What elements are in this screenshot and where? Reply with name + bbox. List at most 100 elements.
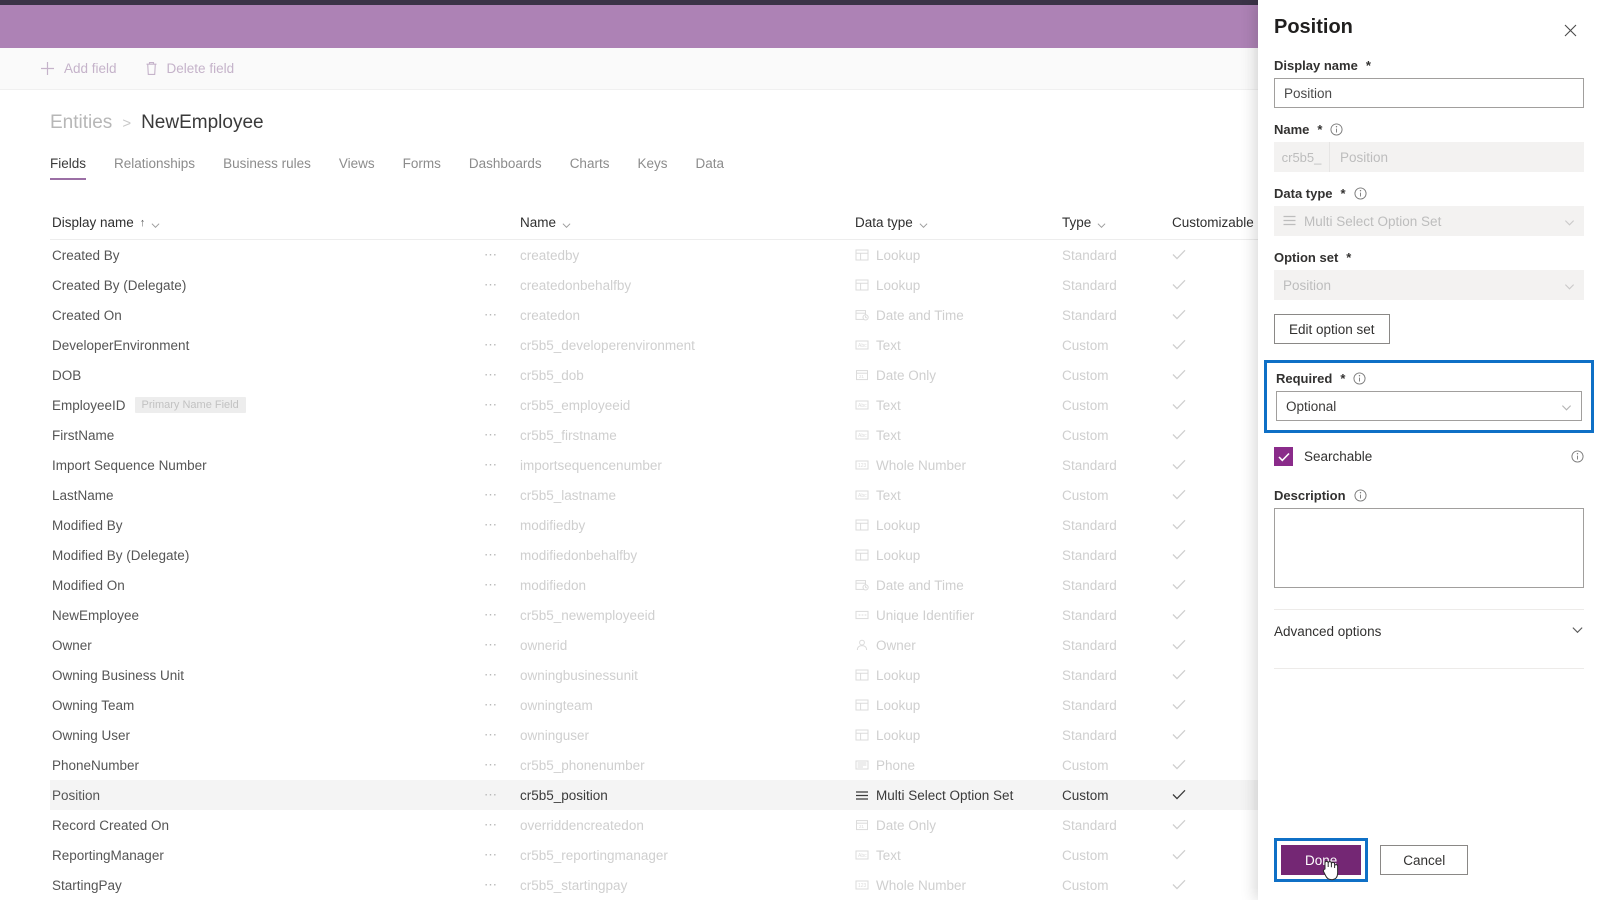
row-overflow-menu-button[interactable]: ⋯ bbox=[484, 877, 520, 893]
table-row[interactable]: NewEmployee ⋯ cr5b5_newemployeeid Unique Id… bbox=[50, 600, 1308, 630]
row-overflow-menu-button[interactable]: ⋯ bbox=[484, 637, 520, 653]
cancel-button[interactable]: Cancel bbox=[1380, 845, 1469, 875]
tab-business-rules[interactable]: Business rules bbox=[223, 156, 311, 180]
cell-display-name: PhoneNumber bbox=[50, 758, 484, 773]
data-type-text: Date Only bbox=[876, 817, 937, 833]
row-overflow-menu-button[interactable]: ⋯ bbox=[484, 757, 520, 773]
tab-forms[interactable]: Forms bbox=[403, 156, 441, 180]
table-row[interactable]: Owner ⋯ ownerid Owner Standard bbox=[50, 630, 1308, 660]
cell-display-name: DeveloperEnvironment bbox=[50, 338, 484, 353]
row-overflow-menu-button[interactable]: ⋯ bbox=[484, 847, 520, 863]
column-header-display-name[interactable]: Display name ↑ bbox=[50, 215, 484, 230]
description-textarea[interactable] bbox=[1274, 508, 1584, 588]
table-row[interactable]: DOB ⋯ cr5b5_dob 21 Date Only Custom bbox=[50, 360, 1308, 390]
cell-data-type: 21 Date Only bbox=[855, 368, 1062, 383]
delete-field-button[interactable]: Delete field bbox=[135, 55, 245, 82]
row-overflow-menu-button[interactable]: ⋯ bbox=[484, 247, 520, 263]
tab-fields[interactable]: Fields bbox=[50, 156, 87, 180]
datetime-icon bbox=[855, 309, 869, 321]
row-overflow-menu-button[interactable]: ⋯ bbox=[484, 427, 520, 443]
check-icon bbox=[1172, 788, 1186, 803]
table-row[interactable]: Owning Team ⋯ owningteam Lookup Standard bbox=[50, 690, 1308, 720]
table-row[interactable]: Created By ⋯ createdby Lookup Standard bbox=[50, 240, 1308, 270]
breadcrumb-separator: > bbox=[122, 114, 132, 132]
info-icon[interactable] bbox=[1571, 450, 1584, 463]
row-overflow-menu-button[interactable]: ⋯ bbox=[484, 397, 520, 413]
data-type-text: Lookup bbox=[876, 517, 921, 533]
cell-data-type: Abc Text bbox=[855, 848, 1062, 863]
grid-body: Created By ⋯ createdby Lookup Standard Create… bbox=[50, 240, 1308, 900]
column-header-type[interactable]: Type bbox=[1062, 215, 1172, 230]
tab-charts[interactable]: Charts bbox=[570, 156, 610, 180]
svg-text:Abc: Abc bbox=[858, 403, 867, 409]
column-header-name[interactable]: Name bbox=[520, 215, 855, 230]
row-overflow-menu-button[interactable]: ⋯ bbox=[484, 577, 520, 593]
data-type-group: Data type * Multi Select Option Set bbox=[1274, 186, 1584, 236]
info-icon[interactable] bbox=[1353, 489, 1367, 502]
column-header-data-type[interactable]: Data type bbox=[855, 215, 1062, 230]
data-type-text: Text bbox=[876, 397, 901, 413]
cell-type: Custom bbox=[1062, 487, 1109, 503]
cell-display-name: Import Sequence Number bbox=[50, 458, 484, 473]
row-overflow-menu-button[interactable]: ⋯ bbox=[484, 337, 520, 353]
info-icon[interactable] bbox=[1354, 187, 1367, 200]
table-row[interactable]: Import Sequence Number ⋯ importsequencenum… bbox=[50, 450, 1308, 480]
table-row[interactable]: LastName ⋯ cr5b5_lastname Abc Text Custom bbox=[50, 480, 1308, 510]
done-button[interactable]: Done bbox=[1281, 845, 1362, 875]
cell-data-type: Abc Text bbox=[855, 338, 1062, 353]
display-name-input[interactable] bbox=[1274, 78, 1584, 108]
table-row[interactable]: FirstName ⋯ cr5b5_firstname Abc Text Custom bbox=[50, 420, 1308, 450]
tab-data[interactable]: Data bbox=[695, 156, 724, 180]
required-dropdown[interactable]: Optional bbox=[1276, 391, 1582, 421]
close-icon[interactable] bbox=[1556, 16, 1584, 44]
tab-keys[interactable]: Keys bbox=[637, 156, 667, 180]
display-name-text: Modified By (Delegate) bbox=[52, 547, 190, 563]
row-overflow-menu-button[interactable]: ⋯ bbox=[484, 307, 520, 323]
row-overflow-menu-button[interactable]: ⋯ bbox=[484, 547, 520, 563]
tab-views[interactable]: Views bbox=[339, 156, 375, 180]
row-overflow-menu-button[interactable]: ⋯ bbox=[484, 277, 520, 293]
table-row[interactable]: Modified By (Delegate) ⋯ modifiedonbehalfb… bbox=[50, 540, 1308, 570]
add-field-button[interactable]: Add field bbox=[30, 55, 127, 82]
table-row[interactable]: EmployeeID Primary Name Field ⋯ cr5b5_emplo… bbox=[50, 390, 1308, 420]
row-overflow-menu-button[interactable]: ⋯ bbox=[484, 817, 520, 833]
row-overflow-menu-button[interactable]: ⋯ bbox=[484, 787, 520, 803]
row-overflow-menu-button[interactable]: ⋯ bbox=[484, 367, 520, 383]
row-overflow-menu-button[interactable]: ⋯ bbox=[484, 487, 520, 503]
table-row[interactable]: ReportingManager ⋯ cr5b5_reportingmanager A… bbox=[50, 840, 1308, 870]
info-icon[interactable] bbox=[1353, 372, 1366, 385]
row-overflow-menu-button[interactable]: ⋯ bbox=[484, 727, 520, 743]
table-row[interactable]: Created On ⋯ createdon Date and Time Standar… bbox=[50, 300, 1308, 330]
row-overflow-menu-button[interactable]: ⋯ bbox=[484, 607, 520, 623]
tab-dashboards[interactable]: Dashboards bbox=[469, 156, 542, 180]
row-overflow-menu-button[interactable]: ⋯ bbox=[484, 457, 520, 473]
edit-option-set-button[interactable]: Edit option set bbox=[1274, 314, 1390, 344]
table-row[interactable]: Created By (Delegate) ⋯ createdonbehalfby L… bbox=[50, 270, 1308, 300]
searchable-checkbox[interactable] bbox=[1274, 447, 1293, 466]
cell-type: Custom bbox=[1062, 367, 1109, 383]
row-overflow-menu-button[interactable]: ⋯ bbox=[484, 517, 520, 533]
row-overflow-menu-button[interactable]: ⋯ bbox=[484, 667, 520, 683]
table-row[interactable]: PhoneNumber ⋯ cr5b5_phonenumber Phone Custom bbox=[50, 750, 1308, 780]
cell-data-type: Date and Time bbox=[855, 308, 1062, 323]
display-name-group: Display name * bbox=[1274, 58, 1584, 108]
table-row[interactable]: Record Created On ⋯ overriddencreatedon 21 D… bbox=[50, 810, 1308, 840]
table-row[interactable]: Owning Business Unit ⋯ owningbusinessunit L… bbox=[50, 660, 1308, 690]
table-row[interactable]: Position ⋯ cr5b5_position Multi Select Opti… bbox=[50, 780, 1308, 810]
tab-relationships[interactable]: Relationships bbox=[114, 156, 195, 180]
table-row[interactable]: DeveloperEnvironment ⋯ cr5b5_developerenvi… bbox=[50, 330, 1308, 360]
advanced-options-toggle[interactable]: Advanced options bbox=[1274, 610, 1584, 652]
data-type-label: Data type * bbox=[1274, 186, 1584, 201]
table-row[interactable]: Modified On ⋯ modifiedon Date and Time Stand… bbox=[50, 570, 1308, 600]
cell-data-type: Owner bbox=[855, 638, 1062, 653]
breadcrumb-entities-link[interactable]: Entities bbox=[50, 112, 112, 134]
table-row[interactable]: Owning User ⋯ owninguser Lookup Standard bbox=[50, 720, 1308, 750]
table-row[interactable]: Modified By ⋯ modifiedby Lookup Standard bbox=[50, 510, 1308, 540]
table-row[interactable]: StartingPay ⋯ cr5b5_startingpay 123 Whole Nu… bbox=[50, 870, 1308, 900]
display-name-text: StartingPay bbox=[52, 877, 122, 893]
row-overflow-menu-button[interactable]: ⋯ bbox=[484, 697, 520, 713]
cell-display-name: Created By (Delegate) bbox=[50, 278, 484, 293]
column-header-type-label: Type bbox=[1062, 215, 1092, 230]
info-icon[interactable] bbox=[1330, 123, 1344, 136]
chevron-down-icon bbox=[1097, 218, 1106, 229]
